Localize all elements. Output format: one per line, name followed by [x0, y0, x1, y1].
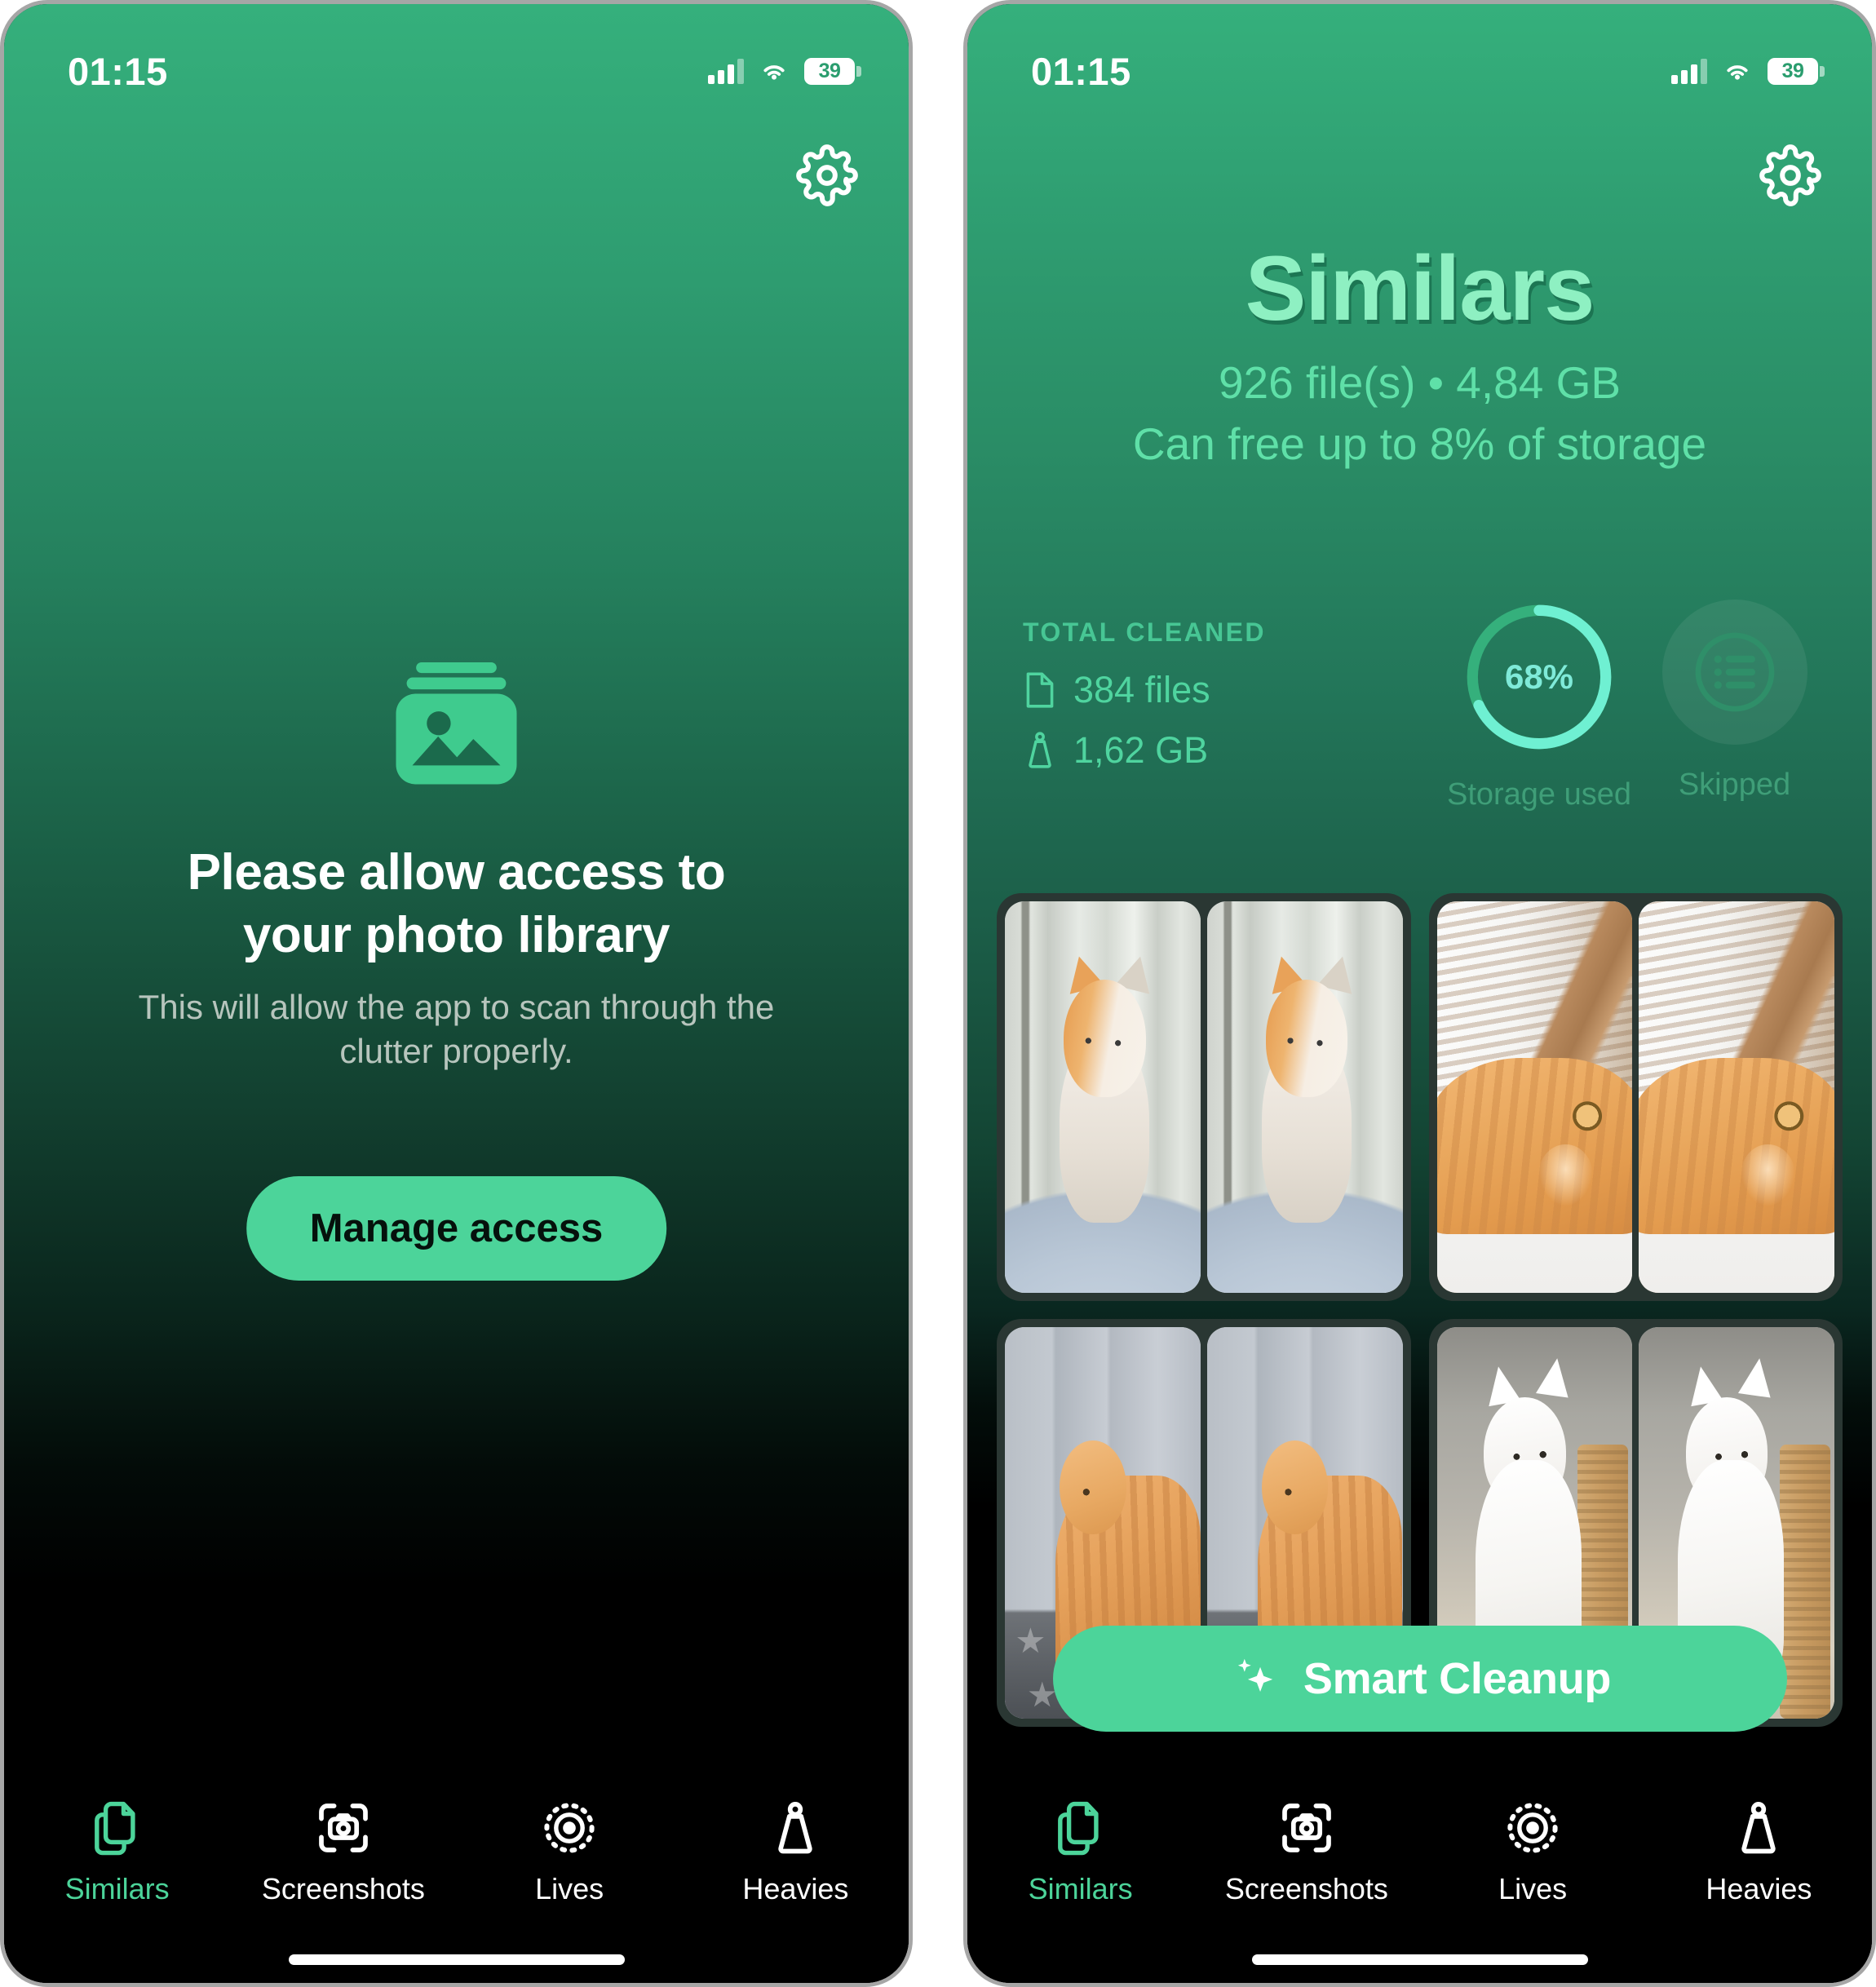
duplicate-files-icon	[88, 1799, 147, 1857]
duplicate-files-icon	[1051, 1799, 1110, 1857]
sidebar-item-screenshots[interactable]: Screenshots	[230, 1799, 456, 1906]
skipped-button[interactable]	[1661, 600, 1807, 745]
sidebar-item-lives[interactable]: Lives	[1420, 1799, 1646, 1906]
sidebar-item-label: Lives	[535, 1872, 604, 1905]
status-indicators: 39	[1671, 57, 1825, 85]
storage-used-caption: Storage used	[1446, 777, 1632, 812]
document-icon	[1023, 670, 1057, 710]
sidebar-item-screenshots[interactable]: Screenshots	[1193, 1799, 1419, 1906]
page-subtitle: This will allow the app to scan through …	[138, 987, 775, 1070]
screenshot-camera-icon	[1277, 1799, 1336, 1857]
sidebar-item-label: Similars	[64, 1872, 170, 1905]
photo-thumbnail[interactable]	[1005, 901, 1201, 1293]
status-bar-right: 01:15 39	[967, 4, 1872, 110]
cleaned-files-value: 384 files	[1073, 669, 1210, 710]
skipped-caption: Skipped	[1678, 768, 1791, 802]
tab-bar-left: Similars Screenshots Lives Heavies	[4, 1771, 909, 1983]
home-indicator	[1251, 1954, 1588, 1965]
similars-card[interactable]	[1428, 893, 1843, 1301]
wifi-icon	[763, 65, 785, 80]
sidebar-item-label: Screenshots	[1224, 1872, 1388, 1905]
sidebar-item-similars[interactable]: Similars	[4, 1799, 230, 1906]
storage-used-block: 68% Storage used	[1446, 600, 1632, 812]
permission-empty-state: Please allow access to your photo librar…	[4, 648, 909, 1073]
sidebar-item-heavies[interactable]: Heavies	[683, 1799, 909, 1906]
wifi-icon	[1727, 65, 1748, 80]
photo-thumbnail[interactable]	[1206, 901, 1403, 1293]
smart-cleanup-button[interactable]: Smart Cleanup	[1052, 1626, 1787, 1732]
screenshot-camera-icon	[314, 1799, 373, 1857]
sidebar-item-heavies[interactable]: Heavies	[1646, 1799, 1872, 1906]
similars-card[interactable]	[997, 893, 1411, 1301]
home-indicator	[288, 1954, 625, 1965]
weight-icon	[766, 1799, 825, 1857]
gear-icon[interactable]	[1759, 144, 1821, 206]
sidebar-item-label: Heavies	[742, 1872, 849, 1905]
status-indicators: 39	[708, 57, 861, 85]
status-clock: 01:15	[1031, 49, 1131, 93]
dual-screenshot-stage: 01:15 39 Please allow access to your pho…	[0, 0, 1876, 1987]
cleaned-size-row: 1,62 GB	[1023, 729, 1449, 772]
smart-cleanup-label: Smart Cleanup	[1303, 1654, 1612, 1703]
live-photo-icon	[1503, 1799, 1562, 1857]
stats-row: TOTAL CLEANED 384 files 1,62 GB 68% Stor…	[967, 600, 1872, 812]
live-photo-icon	[540, 1799, 599, 1857]
total-cleaned-block: TOTAL CLEANED 384 files 1,62 GB	[1023, 600, 1449, 790]
status-clock: 01:15	[68, 49, 168, 93]
cleaned-files-row: 384 files	[1023, 669, 1449, 711]
storage-percent-label: 68%	[1504, 657, 1574, 696]
manage-access-button[interactable]: Manage access	[246, 1176, 667, 1281]
free-up-text: Can free up to 8% of storage	[1132, 418, 1707, 469]
page-title: Similars	[1245, 237, 1595, 339]
sparkle-icon	[1228, 1652, 1282, 1706]
phone-right: 01:15 39 Similars 926 file(s) • 4,84 GB …	[963, 0, 1876, 1987]
sidebar-item-label: Similars	[1028, 1872, 1133, 1905]
photo-library-icon	[381, 648, 532, 799]
hero-header: Similars 926 file(s) • 4,84 GB Can free …	[967, 237, 1872, 471]
phone-left: 01:15 39 Please allow access to your pho…	[0, 0, 913, 1987]
weight-icon	[1023, 730, 1057, 771]
cleaned-size-value: 1,62 GB	[1073, 729, 1209, 771]
sidebar-item-lives[interactable]: Lives	[457, 1799, 683, 1906]
tab-bar-right: Similars Screenshots Lives Heavies	[967, 1771, 1872, 1983]
cellular-bars-icon	[708, 58, 744, 84]
battery-icon: 39	[804, 57, 861, 85]
page-title: Please allow access to your photo librar…	[187, 844, 726, 963]
sidebar-item-label: Lives	[1498, 1872, 1568, 1905]
total-cleaned-label: TOTAL CLEANED	[1023, 617, 1266, 647]
photo-thumbnail[interactable]	[1639, 901, 1834, 1293]
photo-thumbnail[interactable]	[1436, 901, 1633, 1293]
storage-progress-ring: 68%	[1462, 600, 1617, 755]
battery-percent: 39	[1781, 59, 1804, 82]
battery-icon: 39	[1768, 57, 1825, 85]
battery-percent: 39	[818, 59, 841, 82]
status-bar-left: 01:15 39	[4, 4, 909, 110]
gear-icon[interactable]	[796, 144, 858, 206]
files-and-size: 926 file(s) • 4,84 GB	[1218, 356, 1622, 408]
sidebar-item-similars[interactable]: Similars	[967, 1799, 1193, 1906]
sidebar-item-label: Screenshots	[261, 1872, 425, 1905]
skipped-block: Skipped	[1651, 600, 1818, 803]
cellular-bars-icon	[1671, 58, 1707, 84]
sidebar-item-label: Heavies	[1706, 1872, 1812, 1905]
weight-icon	[1729, 1799, 1788, 1857]
